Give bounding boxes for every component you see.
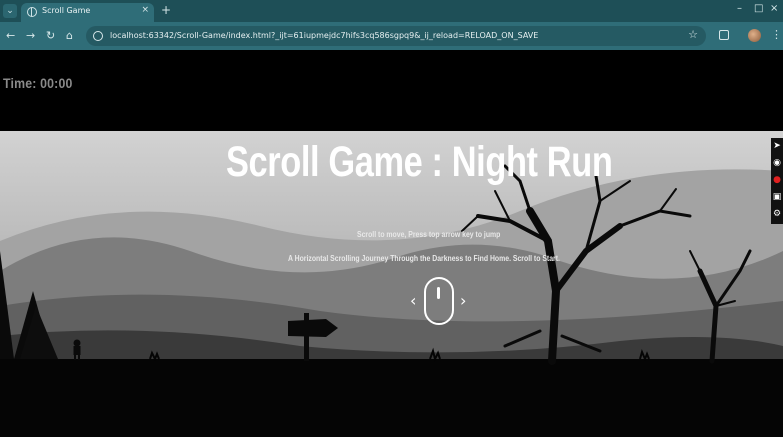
url-text[interactable]: localhost:63342/Scroll-Game/index.html?_…: [110, 31, 538, 40]
new-tab-button[interactable]: +: [161, 3, 171, 17]
timer-label: Time: 00:00: [3, 75, 73, 91]
record-icon[interactable]: ●: [771, 172, 783, 189]
omnibox[interactable]: localhost:63342/Scroll-Game/index.html?_…: [86, 26, 706, 46]
minimize-button[interactable]: –: [737, 3, 742, 14]
camera-icon[interactable]: ◉: [771, 155, 783, 172]
site-info-icon[interactable]: [93, 31, 103, 41]
chevron-left-icon: ‹: [410, 291, 417, 310]
profile-avatar[interactable]: [748, 29, 761, 42]
game-subtitle: A Horizontal Scrolling Journey Through t…: [288, 254, 560, 263]
tab-title: Scroll Game: [42, 6, 91, 15]
home-button[interactable]: ⌂: [66, 29, 73, 42]
address-toolbar: ← → ↻ ⌂ localhost:63342/Scroll-Game/inde…: [0, 22, 783, 50]
tab-bar: ⌄ Scroll Game × + – □ ×: [0, 0, 783, 22]
game-instructions: Scroll to move, Press top arrow key to j…: [357, 230, 501, 239]
mouse-scroll-icon: [424, 277, 454, 325]
chevron-right-icon: ›: [460, 291, 467, 310]
image-icon[interactable]: ▣: [771, 189, 783, 206]
pointer-icon[interactable]: ➤: [771, 138, 783, 155]
game-page: Time: 00:00 Scroll Game: Night Run: [0, 50, 783, 437]
tab-search-button[interactable]: ⌄: [3, 4, 17, 18]
bookmark-star-icon[interactable]: ☆: [688, 28, 698, 41]
extensions-icon[interactable]: [719, 30, 729, 40]
browser-menu-icon[interactable]: ⋮: [771, 28, 782, 41]
tab-close-icon[interactable]: ×: [141, 5, 149, 15]
tab-scroll-game[interactable]: Scroll Game ×: [21, 3, 154, 22]
game-title: Scroll Game : Night Run: [226, 138, 613, 186]
recording-side-toolbar: ➤ ◉ ● ▣ ⚙: [771, 138, 783, 224]
maximize-button[interactable]: □: [754, 3, 763, 14]
settings-icon[interactable]: ⚙: [771, 206, 783, 223]
forward-button[interactable]: →: [26, 29, 35, 42]
back-button[interactable]: ←: [6, 29, 15, 42]
reload-button[interactable]: ↻: [46, 29, 55, 42]
scroll-hint: ‹ ›: [410, 276, 472, 328]
globe-icon: [27, 7, 37, 17]
close-window-button[interactable]: ×: [770, 3, 778, 14]
